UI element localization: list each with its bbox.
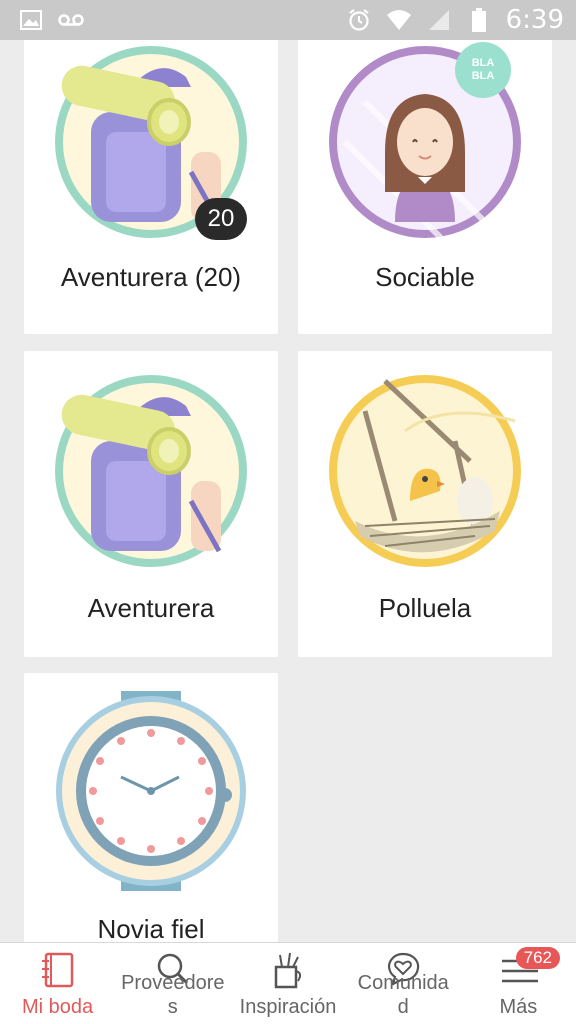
sociable-girl-icon: BLA BLA [325,42,525,245]
badge-title: Aventurera (20) [60,262,242,292]
badge-grid: 20 Aventurera (20) BLA BLA Sociable Aven… [0,40,576,942]
status-left [18,7,84,33]
voicemail-icon [58,7,84,33]
wifi-icon [386,7,412,33]
badge-card-novia-fiel[interactable]: Novia fiel [24,673,278,942]
nav-item-inspiracion[interactable]: Inspiración [230,943,345,1024]
badge-title: Aventurera [87,593,215,623]
status-bar: 6:39 [0,0,576,40]
battery-icon [466,7,492,33]
backpacker-icon [51,371,251,571]
nav-item-mi-boda[interactable]: Mi boda [0,943,115,1024]
nav-label: Comunida d [357,972,449,1018]
badge-title: Sociable [375,262,475,292]
notebook-icon [40,951,76,988]
watch-icon [51,691,251,891]
badge-card-sociable[interactable]: BLA BLA Sociable [298,40,552,334]
nav-label: Proveedore s [121,972,225,1018]
notification-badge: 762 [515,947,561,969]
nav-item-proveedores[interactable]: Proveedore s [115,943,230,1024]
brushes-icon [270,951,306,989]
badge-title: Polluela [378,593,472,623]
badge-count: 20 [195,198,247,240]
badge-card-aventurera-20[interactable]: 20 Aventurera (20) [24,40,278,334]
status-right: 6:39 [346,5,564,35]
status-time: 6:39 [505,5,564,35]
badge-card-polluela[interactable]: Polluela [298,351,552,657]
badge-card-aventurera[interactable]: Aventurera [24,351,278,657]
nav-label: Más [499,996,538,1018]
bubble-text-2: BLA [471,70,495,82]
alarm-icon [346,7,372,33]
image-icon [18,7,44,33]
bla-bla-bubble: BLA BLA [455,42,511,98]
backpacker-icon: 20 [51,42,251,242]
bubble-text-1: BLA [471,57,495,69]
nav-item-mas[interactable]: 762 Más [461,943,576,1024]
badge-title: Novia fiel [97,914,205,942]
bottom-navigation: Mi boda Proveedore s Inspiración Comunid… [0,942,576,1024]
nav-label: Mi boda [22,996,94,1018]
nav-item-comunidad[interactable]: Comunida d [346,943,461,1024]
chick-nest-icon [325,371,525,571]
signal-icon [426,7,452,33]
nav-label: Inspiración [239,996,337,1018]
